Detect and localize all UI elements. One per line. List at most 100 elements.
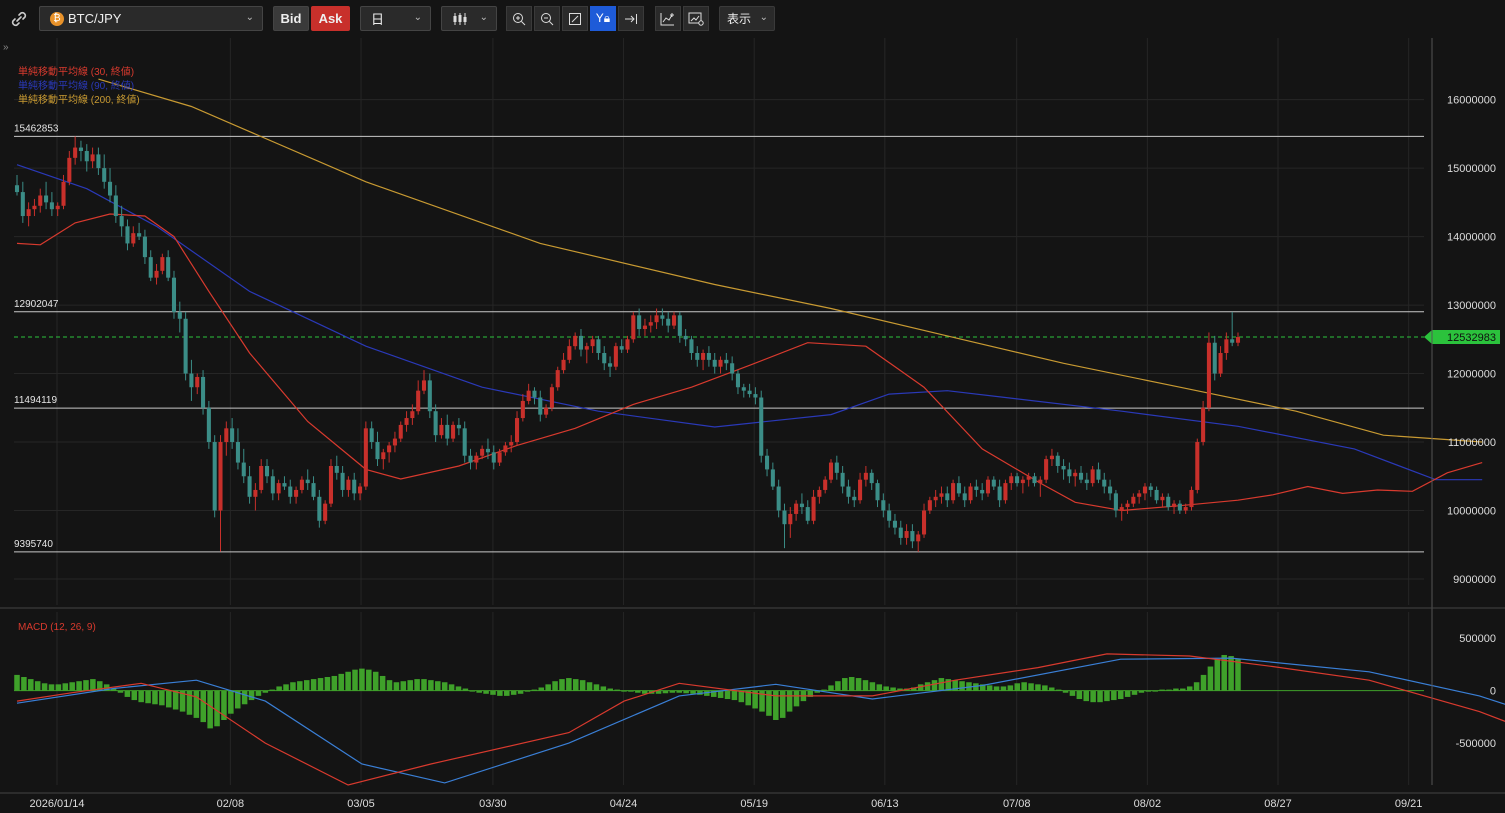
- candle-body: [398, 424, 403, 439]
- candle-body: [509, 442, 514, 446]
- macd-histogram-bar: [683, 690, 689, 694]
- scroll-to-latest-icon[interactable]: [618, 6, 644, 31]
- macd-histogram-bar: [848, 677, 855, 691]
- candle-body: [823, 479, 828, 490]
- chart-type-select[interactable]: ⌄: [441, 6, 497, 31]
- macd-histogram-bar: [573, 679, 579, 691]
- zoom-in-icon[interactable]: [506, 6, 532, 31]
- collapse-panel-icon[interactable]: »: [3, 42, 9, 53]
- candle-body: [1055, 455, 1060, 466]
- candle-body: [299, 479, 304, 490]
- price-axis-lock-icon[interactable]: Y🔒︎: [590, 6, 616, 31]
- macd-histogram-bar: [821, 689, 827, 691]
- display-menu[interactable]: 表示 ⌄: [719, 6, 775, 31]
- candle-body: [648, 322, 653, 326]
- candle-body: [107, 181, 113, 196]
- candle-body: [189, 373, 194, 388]
- candle-body: [462, 428, 467, 456]
- candle-body: [828, 462, 834, 480]
- macd-histogram-bar: [1000, 686, 1007, 691]
- candle-body: [276, 483, 281, 494]
- candle-body: [573, 335, 578, 347]
- candle-body: [451, 424, 456, 439]
- macd-histogram-bar: [1186, 686, 1193, 691]
- candle-body: [1195, 442, 1200, 490]
- macd-histogram-bar: [386, 680, 393, 691]
- macd-histogram-bar: [869, 682, 876, 691]
- candle-body: [456, 424, 461, 429]
- indicator-add-icon[interactable]: [655, 6, 681, 31]
- candle-body: [951, 483, 956, 501]
- link-icon[interactable]: [5, 5, 33, 33]
- candle-body: [131, 233, 136, 244]
- candle-body: [695, 353, 700, 360]
- candle-body: [439, 424, 444, 436]
- candle-body: [881, 500, 886, 511]
- macd-histogram-bar: [41, 683, 48, 691]
- timeframe-select[interactable]: 日 ⌄: [360, 6, 431, 31]
- macd-histogram-bar: [1090, 690, 1096, 703]
- macd-histogram-bar: [1014, 683, 1021, 691]
- candlestick-icon: [453, 12, 467, 25]
- bid-button[interactable]: Bid: [273, 6, 309, 31]
- candle-body: [26, 209, 31, 217]
- macd-histogram-bar: [1200, 674, 1207, 691]
- candle-body: [1044, 459, 1049, 480]
- candle-body: [224, 428, 229, 443]
- candle-body: [514, 418, 520, 443]
- candle-body: [1218, 353, 1223, 374]
- candle-body: [340, 472, 345, 490]
- candle-body: [910, 531, 915, 542]
- macd-histogram-bar: [21, 677, 27, 691]
- symbol-select[interactable]: ₿ BTC/JPY ⌄: [39, 6, 263, 31]
- fit-screen-icon[interactable]: [562, 6, 588, 31]
- candle-body: [1032, 476, 1037, 484]
- candle-body: [201, 376, 206, 408]
- candle-body: [445, 424, 450, 439]
- candle-body: [1026, 476, 1031, 480]
- chart-settings-icon[interactable]: [683, 6, 709, 31]
- candle-body: [294, 489, 299, 497]
- macd-histogram-bar: [614, 689, 620, 691]
- candle-body: [927, 500, 932, 511]
- macd-y-tick-label: 0: [1490, 686, 1496, 698]
- macd-histogram-bar: [1159, 689, 1165, 691]
- macd-histogram-bar: [621, 690, 627, 692]
- macd-histogram-bar: [835, 681, 841, 691]
- macd-histogram-bar: [607, 688, 614, 691]
- x-tick-label: 03/30: [479, 798, 507, 810]
- chart-area[interactable]: 154628531290204711494119939574012532983 …: [0, 38, 1505, 813]
- candle-body: [974, 486, 979, 490]
- macd-histogram-bar: [117, 690, 124, 693]
- candle-body: [730, 363, 735, 374]
- candle-body: [538, 397, 543, 415]
- candle-body: [346, 479, 351, 490]
- macd-histogram-bar: [241, 690, 248, 705]
- candle-body: [724, 359, 729, 364]
- macd-histogram-bar: [248, 690, 255, 701]
- macd-histogram-bar: [1117, 690, 1124, 700]
- candle-body: [1235, 337, 1241, 343]
- candle-body: [1224, 339, 1229, 353]
- candle-body: [1073, 472, 1078, 477]
- candle-body: [613, 346, 618, 367]
- ask-button[interactable]: Ask: [311, 6, 350, 31]
- zoom-out-icon[interactable]: [534, 6, 560, 31]
- macd-histogram-bar: [131, 690, 138, 701]
- candle-body: [520, 400, 525, 419]
- macd-histogram-bar: [1035, 684, 1041, 691]
- x-tick-label: 05/19: [740, 798, 768, 810]
- macd-histogram-bar: [145, 690, 151, 704]
- candle-body: [805, 507, 810, 521]
- candle-body: [427, 380, 432, 412]
- ask-label: Ask: [318, 11, 343, 26]
- candle-body: [799, 503, 804, 508]
- candle-body: [392, 438, 397, 446]
- macd-histogram-bar: [1166, 689, 1172, 691]
- macd-histogram-bar: [448, 684, 455, 691]
- macd-histogram-bar: [379, 675, 386, 691]
- macd-histogram-bar: [138, 690, 144, 703]
- candle-body: [666, 318, 671, 326]
- candle-body: [352, 479, 357, 494]
- candle-body: [38, 195, 43, 206]
